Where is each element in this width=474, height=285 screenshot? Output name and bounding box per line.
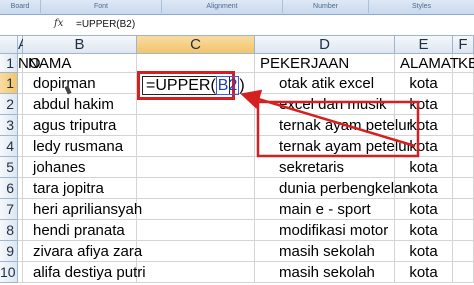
annotation-overlay [240,89,420,158]
annotation-box-pekerjaan [256,100,420,158]
